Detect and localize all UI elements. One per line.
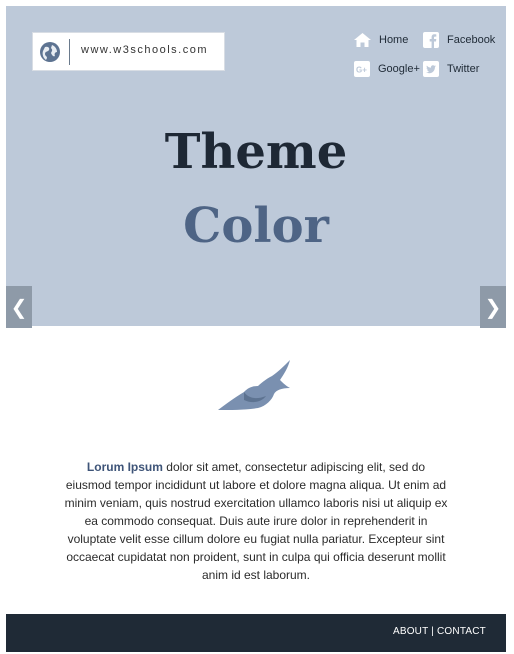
body-paragraph: Lorum Ipsum dolor sit amet, consectetur … [64, 458, 448, 584]
twitter-icon [423, 61, 439, 77]
svg-text:G+: G+ [356, 66, 367, 75]
body-lead: Lorum Ipsum [86, 460, 163, 474]
footer-separator: | [428, 626, 437, 637]
next-arrow-button[interactable]: ❯ [480, 286, 506, 328]
email-template: www.w3schools.com Home Facebook G+ Googl… [6, 6, 506, 652]
nav-google-plus-label: Google+ [378, 63, 420, 75]
google-plus-icon: G+ [354, 61, 370, 77]
hero-title-line2: Color [183, 198, 329, 254]
chevron-right-icon: ❯ [484, 296, 502, 319]
globe-icon [40, 42, 60, 62]
bird-quill-icon [218, 360, 290, 410]
logo-text: www.w3schools.com [81, 44, 208, 56]
chevron-left-icon: ❮ [10, 296, 28, 319]
nav-home-label: Home [379, 34, 409, 46]
nav-home-link[interactable]: Home [354, 31, 408, 49]
home-icon [354, 33, 371, 47]
nav-google-plus-link[interactable]: G+ Google+ [354, 60, 420, 78]
body-text: dolor sit amet, consectetur adipiscing e… [64, 460, 448, 582]
hero-title-line1: Theme [164, 124, 348, 180]
nav-facebook-link[interactable]: Facebook [423, 31, 495, 49]
logo[interactable]: www.w3schools.com [32, 32, 225, 71]
social-nav: Home Facebook G+ Google+ Twitter [354, 31, 504, 81]
hero-banner: www.w3schools.com Home Facebook G+ Googl… [6, 6, 506, 326]
footer-contact-link[interactable]: CONTACT [437, 626, 486, 637]
footer: ABOUT | CONTACT [6, 614, 506, 652]
nav-facebook-label: Facebook [447, 34, 496, 46]
nav-twitter-link[interactable]: Twitter [423, 60, 479, 78]
prev-arrow-button[interactable]: ❮ [6, 286, 32, 328]
nav-twitter-label: Twitter [447, 63, 480, 75]
facebook-icon [423, 32, 439, 48]
logo-divider [69, 39, 70, 65]
footer-links: ABOUT | CONTACT [393, 626, 486, 637]
footer-about-link[interactable]: ABOUT [393, 626, 428, 637]
